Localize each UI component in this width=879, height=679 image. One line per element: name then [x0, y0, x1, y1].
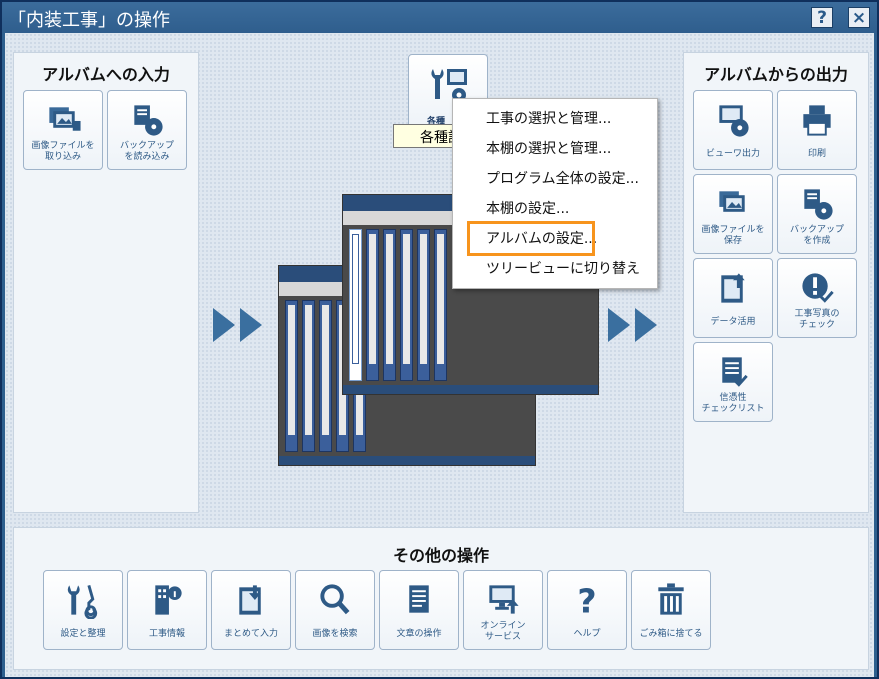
content-area: アルバムへの入力 画像ファイルを 取り込み バックアップ を読み込み 各種 各種…	[5, 33, 874, 677]
menu-item-bookshelf-settings[interactable]: 本棚の設定...	[453, 194, 657, 224]
import-images-icon	[49, 107, 81, 131]
tools-icon	[67, 584, 98, 619]
close-button[interactable]: ×	[848, 7, 870, 28]
menu-item-program-settings[interactable]: プログラム全体の設定...	[453, 164, 657, 194]
trash-icon	[658, 583, 684, 615]
help-tile-label: ヘルプ	[573, 629, 601, 639]
checklist-icon	[722, 357, 748, 387]
load-backup-button[interactable]: バックアップ を読み込み	[107, 90, 187, 170]
viewer-output-button[interactable]: ビューワ出力	[693, 90, 773, 170]
save-images-button[interactable]: 画像ファイルを 保存	[693, 174, 773, 254]
bulk-input-label: まとめて入力	[223, 629, 278, 639]
trash-label: ごみ箱に捨てる	[639, 629, 703, 639]
search-icon	[320, 584, 350, 615]
menu-item-bookshelf-management[interactable]: 本棚の選択と管理...	[453, 134, 657, 164]
photo-check-icon	[802, 273, 834, 303]
album-input-panel: アルバムへの入力 画像ファイルを 取り込み バックアップ を読み込み	[13, 52, 199, 513]
checklist-label: 信憑性 チェックリスト	[701, 393, 765, 414]
text-operations-button[interactable]: 文章の操作	[379, 570, 459, 650]
svg-text:?: ?	[577, 582, 596, 619]
save-images-label: 画像ファイルを 保存	[701, 225, 765, 246]
create-backup-label: バックアップ を作成	[789, 225, 844, 246]
viewer-output-icon	[719, 105, 749, 137]
create-backup-button[interactable]: バックアップ を作成	[777, 174, 857, 254]
album-output-panel: アルバムからの出力 ビューワ出力 印刷 画像ファイルを 保存 バックアップ を作…	[683, 52, 869, 513]
help-icon: ?	[577, 582, 596, 619]
title-bar: 「内装工事」の操作 ? ×	[2, 2, 877, 33]
other-operations-panel: その他の操作 設定と整理 工事情報 まとめて入力 画像を検索 文章の操作 オンラ…	[13, 527, 869, 670]
data-use-button[interactable]: データ活用	[693, 258, 773, 338]
album-input-title: アルバムへの入力	[42, 65, 170, 84]
print-label: 印刷	[807, 149, 826, 159]
online-service-button[interactable]: オンライン サービス	[463, 570, 543, 650]
arrow-right-icon	[240, 308, 262, 342]
album-output-title: アルバムからの出力	[704, 65, 848, 84]
checklist-button[interactable]: 信憑性 チェックリスト	[693, 342, 773, 422]
viewer-output-label: ビューワ出力	[705, 149, 760, 159]
operations-window: 「内装工事」の操作 ? × アルバムへの入力 画像ファイルを 取り込み バックア…	[0, 0, 879, 679]
arrow-right-icon	[213, 308, 235, 342]
bulk-input-button[interactable]: まとめて入力	[211, 570, 291, 650]
data-use-icon	[721, 273, 745, 303]
photo-check-label: 工事写真の チェック	[794, 309, 840, 330]
save-images-icon	[719, 191, 745, 212]
search-images-button[interactable]: 画像を検索	[295, 570, 375, 650]
import-images-label: 画像ファイルを 取り込み	[31, 141, 95, 162]
construction-info-label: 工事情報	[148, 629, 185, 639]
trash-button[interactable]: ごみ箱に捨てる	[631, 570, 711, 650]
arrow-right-icon	[635, 308, 657, 342]
settings-organize-label: 設定と整理	[60, 629, 106, 639]
document-icon	[409, 585, 429, 613]
window-title: 「内装工事」の操作	[8, 10, 170, 31]
highlight-box	[467, 221, 595, 256]
settings-organize-button[interactable]: 設定と整理	[43, 570, 123, 650]
settings-dropdown-menu: 工事の選択と管理... 本棚の選択と管理... プログラム全体の設定... 本棚…	[452, 98, 658, 289]
print-button[interactable]: 印刷	[777, 90, 857, 170]
construction-info-button[interactable]: 工事情報	[127, 570, 207, 650]
help-tile-button[interactable]: ? ヘルプ	[547, 570, 627, 650]
help-button[interactable]: ?	[811, 7, 833, 28]
data-use-label: データ活用	[710, 317, 756, 327]
settings-tooltip: 各種設定	[393, 124, 455, 148]
load-backup-icon	[134, 105, 163, 136]
photo-check-button[interactable]: 工事写真の チェック	[777, 258, 857, 338]
search-images-label: 画像を検索	[312, 629, 358, 639]
arrow-right-icon	[608, 308, 630, 342]
bulk-input-icon	[239, 585, 261, 615]
building-info-icon	[155, 585, 182, 615]
printer-icon	[803, 105, 831, 136]
import-images-button[interactable]: 画像ファイルを 取り込み	[23, 90, 103, 170]
other-operations-title: その他の操作	[392, 546, 489, 565]
menu-item-switch-treeview[interactable]: ツリービューに切り替え	[453, 254, 657, 284]
text-operations-label: 文章の操作	[396, 629, 442, 639]
online-service-label: オンライン サービス	[480, 621, 526, 642]
online-service-icon	[489, 585, 519, 614]
load-backup-label: バックアップ を読み込み	[119, 141, 174, 162]
create-backup-icon	[804, 189, 833, 220]
menu-item-construction-management[interactable]: 工事の選択と管理...	[453, 104, 657, 134]
